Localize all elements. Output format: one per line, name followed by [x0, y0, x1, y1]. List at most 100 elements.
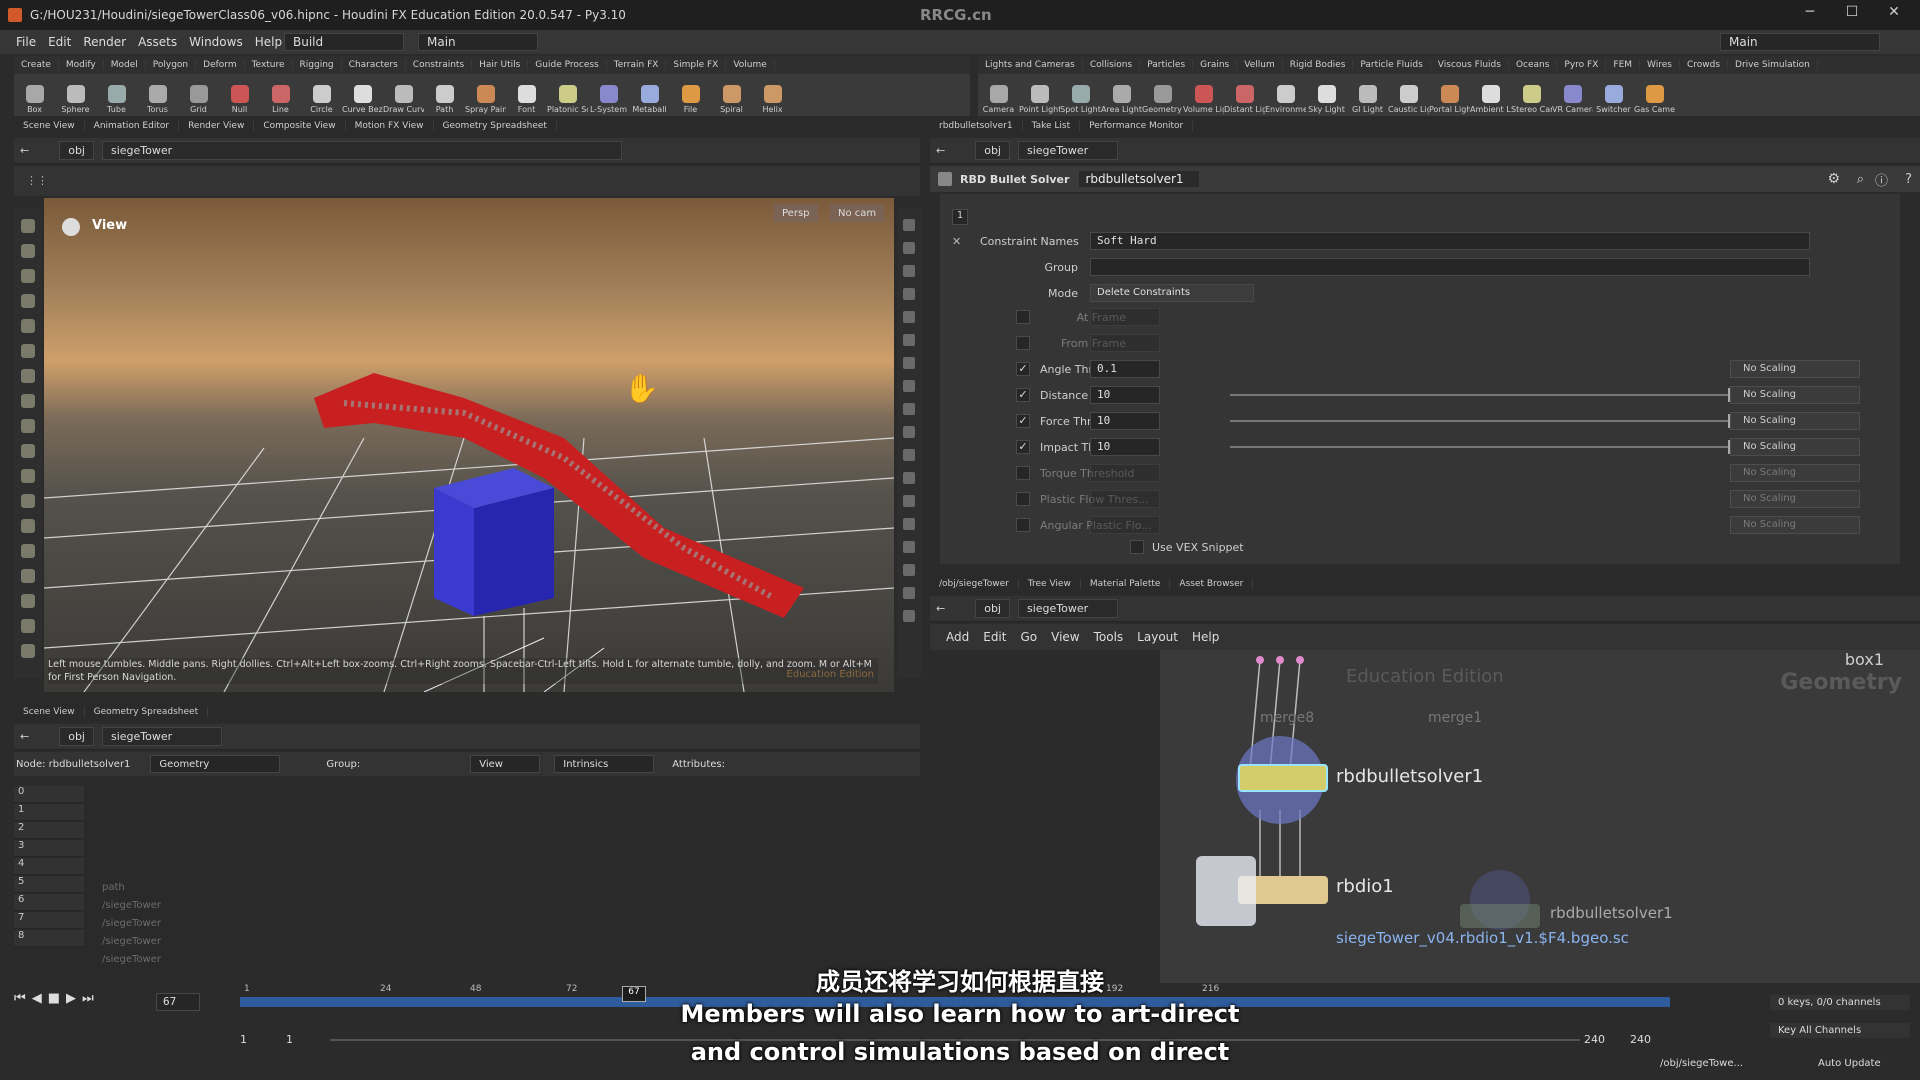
angle-threshold-field[interactable]: 0.1	[1090, 360, 1160, 378]
info-icon[interactable]: ⓘ	[1875, 170, 1888, 189]
viewport-tool-icon[interactable]	[21, 519, 35, 533]
tool-file[interactable]: File	[670, 85, 711, 116]
viewport-tool-icon[interactable]	[21, 344, 35, 358]
back-arrow-icon[interactable]: ←	[936, 602, 945, 615]
shelf-tab-fem[interactable]: FEM	[1606, 60, 1641, 70]
distance-threshold-scaling-dropdown[interactable]: No Scaling	[1730, 386, 1860, 404]
menu-help[interactable]: Help	[255, 35, 282, 49]
angular-plastic-flo-scaling-dropdown[interactable]: No Scaling	[1730, 516, 1860, 534]
path-node[interactable]: siegeTower	[1018, 599, 1118, 618]
network-menu-tools[interactable]: Tools	[1094, 630, 1124, 644]
tool-area-light[interactable]: Area Light	[1101, 85, 1142, 116]
tool-geometry-light[interactable]: Geometry Light	[1142, 85, 1183, 116]
build-dropdown[interactable]: Build	[284, 33, 404, 51]
display-option-icon[interactable]	[903, 426, 915, 438]
gear-icon[interactable]: ⚙	[1827, 171, 1840, 187]
tool-curve-bezier[interactable]: Curve Bezier	[342, 85, 383, 116]
network-menu-view[interactable]: View	[1051, 630, 1079, 644]
back-arrow-icon[interactable]: ←	[20, 144, 29, 157]
rbdbulletsolver-node[interactable]	[1238, 764, 1328, 792]
rbdbulletsolver-ghost-node[interactable]	[1460, 904, 1540, 928]
viewport-tool-icon[interactable]	[21, 394, 35, 408]
shelf-tab-particles[interactable]: Particles	[1140, 60, 1194, 70]
multiparm-index[interactable]: 1	[952, 209, 968, 225]
tool-torus[interactable]: Torus	[137, 85, 178, 116]
display-option-icon[interactable]	[903, 357, 915, 369]
shelf-tab-guide-process[interactable]: Guide Process	[528, 60, 607, 70]
tool-l-system[interactable]: L-System	[588, 85, 629, 116]
shelf-tab-hair-utils[interactable]: Hair Utils	[472, 60, 529, 70]
shelf-tab-lights-and-cameras[interactable]: Lights and Cameras	[978, 60, 1083, 70]
plastic-flow-thres-scaling-dropdown[interactable]: No Scaling	[1730, 490, 1860, 508]
display-option-icon[interactable]	[903, 472, 915, 484]
tool-grid[interactable]: Grid	[178, 85, 219, 116]
torque-threshold-checkbox[interactable]	[1016, 466, 1030, 480]
display-option-icon[interactable]	[903, 403, 915, 415]
force-threshold-scaling-dropdown[interactable]: No Scaling	[1730, 412, 1860, 430]
shelf-tab-modify[interactable]: Modify	[59, 60, 104, 70]
viewport-tool-icon[interactable]	[21, 569, 35, 583]
tool-path[interactable]: Path	[424, 85, 465, 116]
pane-tab-geometry-spreadsheet[interactable]: Geometry Spreadsheet	[85, 707, 209, 717]
tool-helix[interactable]: Helix	[752, 85, 793, 116]
pane-tab-take-list[interactable]: Take List	[1023, 121, 1081, 131]
from-frame-checkbox[interactable]	[1016, 336, 1030, 350]
shelf-tab-oceans[interactable]: Oceans	[1509, 60, 1558, 70]
tool-spray-paint[interactable]: Spray Paint	[465, 85, 506, 116]
tool-environment-light[interactable]: Environment Light	[1265, 85, 1306, 116]
force-threshold-checkbox[interactable]: ✓	[1016, 414, 1030, 428]
tool-platonic-solids[interactable]: Platonic Solids	[547, 85, 588, 116]
pane-tab-animation-editor[interactable]: Animation Editor	[85, 121, 180, 131]
display-option-icon[interactable]	[903, 265, 915, 277]
network-menu-add[interactable]: Add	[946, 630, 969, 644]
tool-spot-light[interactable]: Spot Light	[1060, 85, 1101, 116]
tool-caustic-light[interactable]: Caustic Light	[1388, 85, 1429, 116]
at-frame-field[interactable]	[1090, 308, 1160, 326]
viewport-tool-icon[interactable]	[21, 369, 35, 383]
pane-tab-tree-view[interactable]: Tree View	[1019, 579, 1081, 589]
distance-threshold-slider[interactable]	[1230, 388, 1733, 402]
tool-line[interactable]: Line	[260, 85, 301, 116]
path-obj[interactable]: obj	[975, 141, 1010, 160]
angular-plastic-flo-checkbox[interactable]	[1016, 518, 1030, 532]
shelf-tab-polygon[interactable]: Polygon	[146, 60, 197, 70]
vex-snippet-checkbox[interactable]	[1130, 540, 1144, 554]
viewport-tool-icon[interactable]	[21, 494, 35, 508]
display-option-icon[interactable]	[903, 610, 915, 622]
path-obj[interactable]: obj	[59, 727, 94, 746]
tool-vr-camera[interactable]: VR Camera	[1552, 85, 1593, 116]
ss-intrinsics-dropdown[interactable]: Intrinsics	[554, 755, 655, 773]
pane-tab-performance-monitor[interactable]: Performance Monitor	[1080, 121, 1194, 131]
tool-spiral[interactable]: Spiral	[711, 85, 752, 116]
shelf-tab-viscous-fluids[interactable]: Viscous Fluids	[1431, 60, 1509, 70]
shelf-tab-model[interactable]: Model	[104, 60, 146, 70]
path-node[interactable]: siegeTower	[1018, 141, 1118, 160]
viewport-tool-icon[interactable]	[21, 269, 35, 283]
tool-box[interactable]: Box	[14, 85, 55, 116]
shelf-tab-volume[interactable]: Volume	[726, 60, 775, 70]
display-option-icon[interactable]	[903, 311, 915, 323]
tool-ambient-light[interactable]: Ambient Light	[1470, 85, 1511, 116]
force-threshold-slider[interactable]	[1230, 414, 1733, 428]
pane-tab-scene-view[interactable]: Scene View	[14, 707, 85, 717]
viewport-tool-icon[interactable]	[21, 469, 35, 483]
viewport-tool-icon[interactable]	[21, 419, 35, 433]
network-menu-edit[interactable]: Edit	[983, 630, 1006, 644]
shelf-tab-texture[interactable]: Texture	[245, 60, 293, 70]
display-option-icon[interactable]	[903, 518, 915, 530]
shelf-tab-collisions[interactable]: Collisions	[1083, 60, 1141, 70]
tool-sphere[interactable]: Sphere	[55, 85, 96, 116]
pane-tab-obj-siegetower[interactable]: /obj/siegeTower	[930, 579, 1019, 589]
path-obj[interactable]: obj	[975, 599, 1010, 618]
tool-font[interactable]: Font	[506, 85, 547, 116]
network-menu-layout[interactable]: Layout	[1137, 630, 1178, 644]
shelf-tab-pyro-fx[interactable]: Pyro FX	[1557, 60, 1607, 70]
menu-windows[interactable]: Windows	[189, 35, 243, 49]
menu-render[interactable]: Render	[83, 35, 126, 49]
pane-tab-scene-view[interactable]: Scene View	[14, 121, 85, 131]
tool-portal-light[interactable]: Portal Light	[1429, 85, 1470, 116]
display-option-icon[interactable]	[903, 564, 915, 576]
tool-tube[interactable]: Tube	[96, 85, 137, 116]
viewport-tool-icon[interactable]	[21, 544, 35, 558]
shelf-tab-constraints[interactable]: Constraints	[406, 60, 473, 70]
